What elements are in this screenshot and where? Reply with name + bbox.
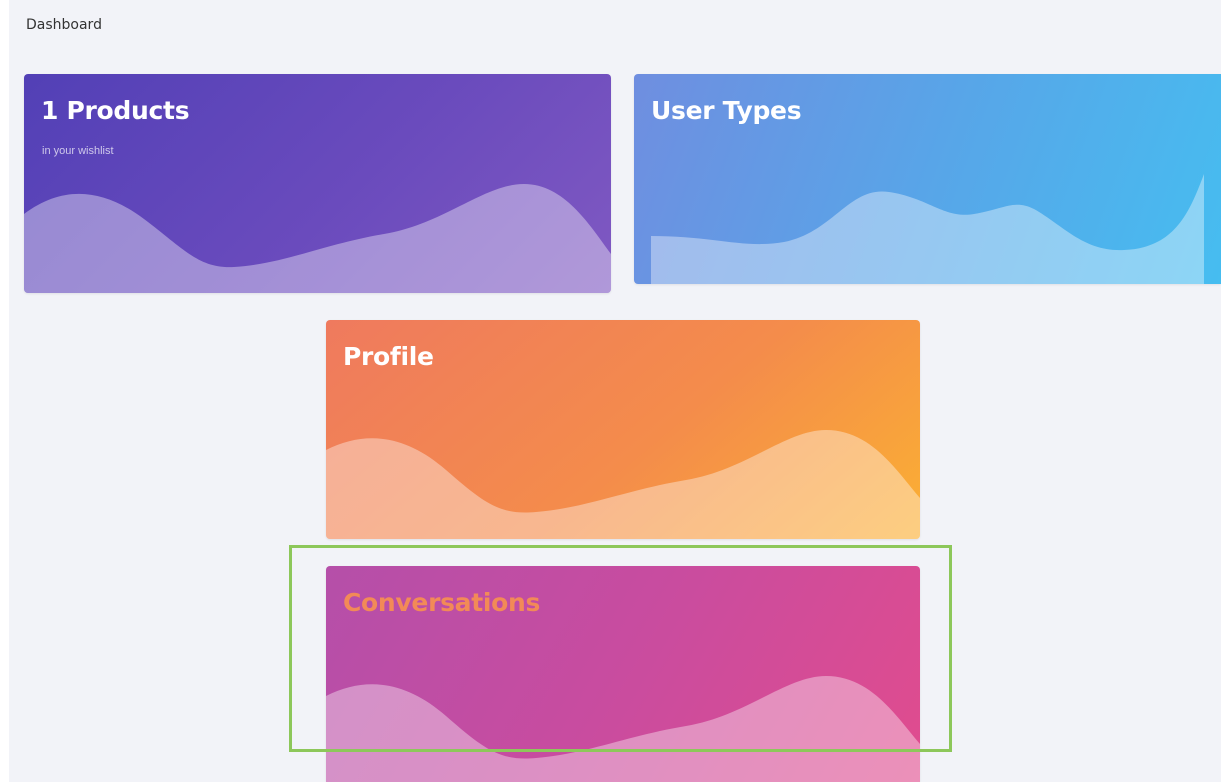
products-card-title: 1 Products [41, 96, 190, 125]
breadcrumb: Dashboard [26, 17, 102, 33]
conversations-card-title: Conversations [343, 588, 541, 617]
products-card[interactable]: 1 Products in your wishlist [24, 74, 611, 293]
conversations-card[interactable]: Conversations [326, 566, 920, 782]
page-left-strip [0, 0, 9, 782]
profile-card[interactable]: Profile [326, 320, 920, 539]
user-types-card-title: User Types [651, 96, 802, 125]
user-types-card[interactable]: User Types [634, 74, 1221, 284]
products-card-subtitle: in your wishlist [42, 145, 114, 157]
profile-card-title: Profile [343, 342, 434, 371]
